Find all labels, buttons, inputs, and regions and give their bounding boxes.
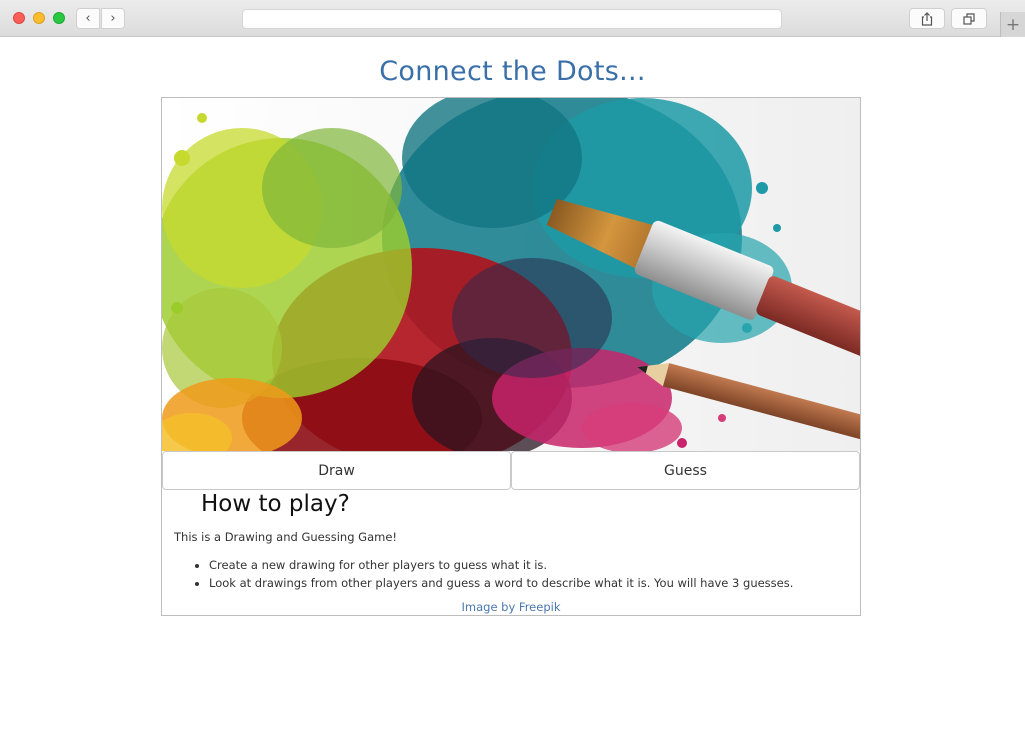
- list-item: Look at drawings from other players and …: [209, 574, 849, 592]
- game-card: Draw Guess How to play? This is a Drawin…: [161, 97, 861, 616]
- zoom-window-button[interactable]: [53, 12, 65, 24]
- back-button[interactable]: ‹: [76, 8, 100, 29]
- draw-button[interactable]: Draw: [162, 451, 511, 490]
- forward-button[interactable]: ›: [101, 8, 125, 29]
- paint-splash-illustration: [162, 98, 860, 451]
- plus-icon: +: [1005, 14, 1021, 35]
- guess-button[interactable]: Guess: [511, 451, 860, 490]
- rules-list: Create a new drawing for other players t…: [209, 556, 849, 592]
- mode-button-row: Draw Guess: [162, 451, 860, 490]
- address-bar[interactable]: [242, 9, 782, 29]
- chevron-left-icon: ‹: [85, 11, 91, 26]
- tabs-overview-icon: [962, 12, 975, 25]
- tabs-overview-button[interactable]: [951, 8, 987, 29]
- chevron-right-icon: ›: [110, 11, 116, 26]
- page-title: Connect the Dots...: [379, 56, 646, 87]
- share-icon: [921, 11, 933, 26]
- browser-toolbar: ‹ › +: [0, 0, 1025, 37]
- share-button[interactable]: [909, 8, 945, 29]
- intro-text: This is a Drawing and Guessing Game!: [174, 530, 398, 544]
- minimize-window-button[interactable]: [33, 12, 45, 24]
- list-item: Create a new drawing for other players t…: [209, 556, 849, 574]
- close-window-button[interactable]: [13, 12, 25, 24]
- new-tab-button[interactable]: +: [1000, 12, 1025, 37]
- how-to-play-heading: How to play?: [201, 491, 350, 517]
- hero-image: [162, 98, 860, 451]
- image-credit-link[interactable]: Image by Freepik: [162, 600, 860, 614]
